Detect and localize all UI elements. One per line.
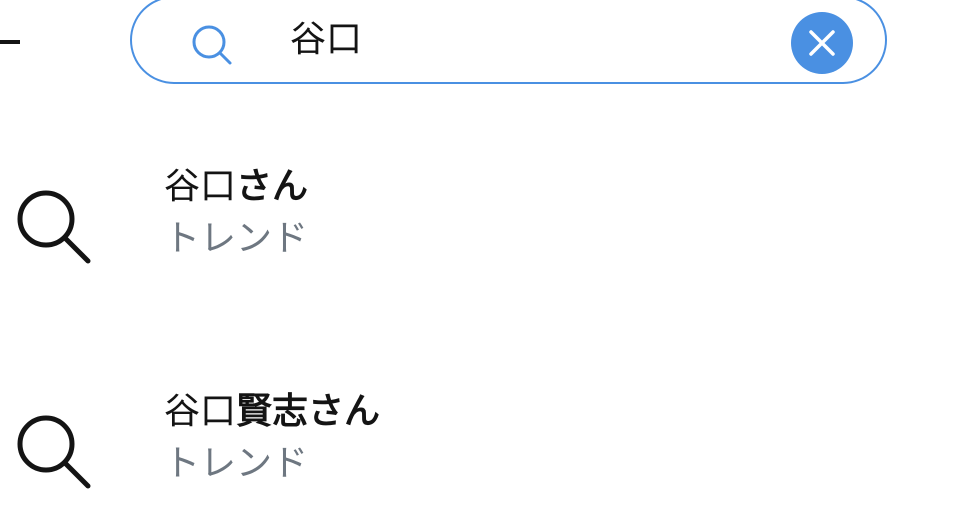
back-arrow-icon[interactable]	[0, 40, 20, 44]
suggestion-rest-text: 賢志さん	[236, 391, 381, 432]
search-screen: 谷口 谷口さん トレンド 谷口賢志さん トレンド	[0, 0, 957, 506]
suggestion-match-text: 谷口	[164, 166, 237, 207]
search-input[interactable]: 谷口	[290, 18, 362, 62]
close-icon	[809, 30, 835, 56]
search-icon	[8, 406, 98, 496]
suggestion-match-text: 谷口	[164, 391, 237, 432]
search-suggestion-item[interactable]: 谷口賢志さん トレンド	[0, 370, 957, 506]
suggestion-title: 谷口賢志さん	[164, 390, 380, 434]
search-icon	[8, 181, 98, 271]
suggestion-rest-text: さん	[236, 166, 309, 207]
suggestion-type: トレンド	[164, 218, 309, 259]
search-bar[interactable]: 谷口	[130, 0, 887, 84]
suggestion-title: 谷口さん	[164, 165, 308, 209]
clear-search-button[interactable]	[791, 12, 853, 74]
search-icon	[188, 22, 236, 70]
search-suggestion-item[interactable]: 谷口さん トレンド	[0, 145, 957, 285]
suggestion-type: トレンド	[164, 443, 309, 484]
